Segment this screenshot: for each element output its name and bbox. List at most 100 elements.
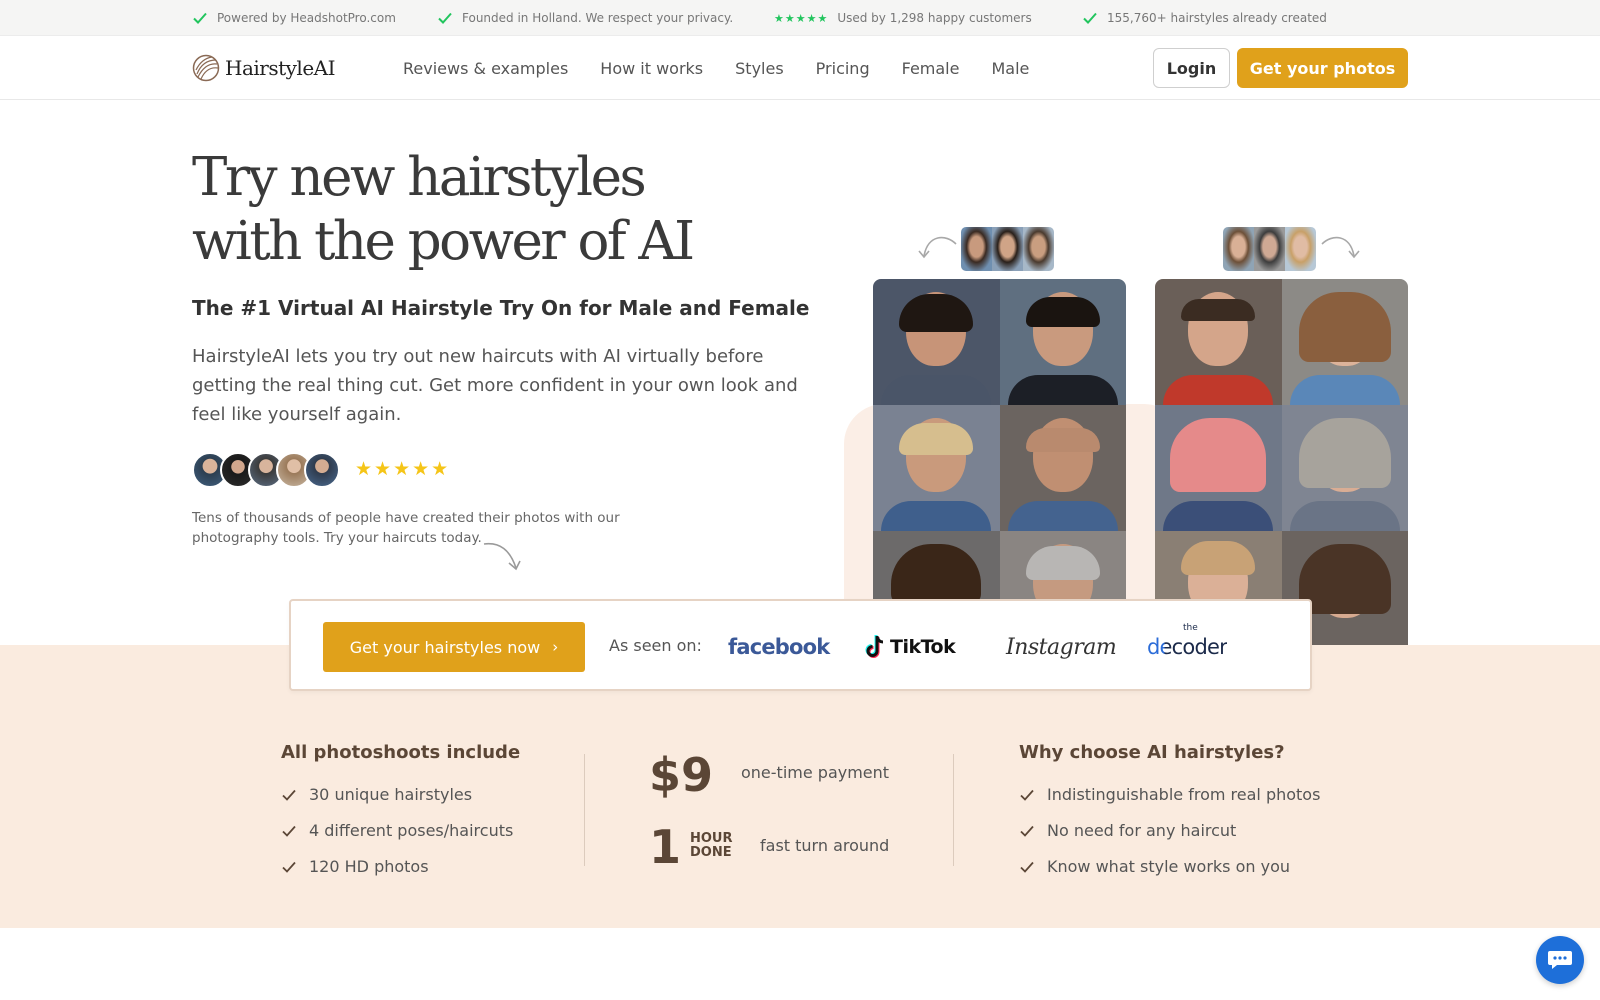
- turnaround-unit: HOUR DONE: [690, 832, 733, 860]
- hairstyle-photo: [1281, 279, 1408, 405]
- trust-item-powered: Powered by HeadshotPro.com: [192, 0, 396, 36]
- rating-stars-icon: ★★★★★: [355, 458, 451, 480]
- check-icon: [282, 861, 296, 873]
- reason-item: No need for any haircut: [1019, 821, 1236, 840]
- column-divider: [584, 754, 585, 866]
- photoshoots-include-title: All photoshoots include: [281, 742, 521, 763]
- check-icon: [1020, 861, 1034, 873]
- reason-item-label: No need for any haircut: [1047, 821, 1237, 840]
- turnaround-unit-done: DONE: [690, 845, 732, 860]
- thumbnail-photo: [1285, 227, 1316, 271]
- tiktok-wordmark: TikTok: [890, 636, 956, 658]
- turnaround-number: 1: [649, 820, 682, 874]
- reason-item-label: Know what style works on you: [1047, 857, 1290, 876]
- check-icon: [193, 12, 207, 24]
- tiktok-logo: TikTok: [864, 629, 956, 665]
- hero-description: HairstyleAI lets you try out new haircut…: [192, 346, 798, 425]
- nav-female[interactable]: Female: [902, 59, 960, 78]
- male-source-thumbnails: [961, 227, 1054, 271]
- thumbnail-photo: [1223, 227, 1254, 271]
- chevron-right-icon: ›: [552, 638, 559, 656]
- hairstyle-photo: [999, 405, 1126, 531]
- feature-item: 4 different poses/haircuts: [281, 821, 513, 840]
- check-icon: [1020, 789, 1034, 801]
- nav-male[interactable]: Male: [991, 59, 1029, 78]
- top-trust-bar: Powered by HeadshotPro.com Founded in Ho…: [0, 0, 1600, 36]
- login-button[interactable]: Login: [1153, 48, 1230, 88]
- male-hairstyle-grid: [873, 279, 1126, 645]
- get-photos-button[interactable]: Get your photos: [1237, 48, 1408, 88]
- trust-text: Powered by HeadshotPro.com: [217, 11, 396, 25]
- hero-subtitle: The #1 Virtual AI Hairstyle Try On for M…: [192, 296, 810, 320]
- curved-arrow-icon: [483, 542, 521, 571]
- hairstyle-photo: [999, 279, 1126, 405]
- nav-how-it-works[interactable]: How it works: [600, 59, 703, 78]
- thumbnail-photo: [961, 227, 992, 271]
- curved-arrow-icon: [918, 236, 957, 259]
- trust-item-customers: ★★★★★ Used by 1,298 happy customers: [774, 0, 1032, 36]
- column-divider: [953, 754, 954, 866]
- get-hairstyles-button[interactable]: Get your hairstyles now ›: [323, 622, 585, 672]
- nav-pricing[interactable]: Pricing: [816, 59, 870, 78]
- chat-bubble-icon: [1548, 951, 1572, 969]
- thumbnail-photo: [1023, 227, 1054, 271]
- trust-item-founded: Founded in Holland. We respect your priv…: [437, 0, 733, 36]
- decoder-the: the: [1183, 623, 1198, 633]
- check-icon: [282, 789, 296, 801]
- facebook-logo: facebook: [728, 635, 830, 659]
- nav-reviews[interactable]: Reviews & examples: [403, 59, 568, 78]
- hero-title: Try new hairstyles with the power of AI: [192, 146, 695, 274]
- hairstyle-photo: [873, 279, 1000, 405]
- feature-item-label: 30 unique hairstyles: [309, 785, 473, 804]
- trust-text: Founded in Holland. We respect your priv…: [462, 11, 734, 25]
- check-icon: [1083, 12, 1097, 24]
- check-icon: [438, 12, 452, 24]
- hero-title-line-2: with the power of AI: [192, 211, 695, 272]
- avatar: [304, 452, 340, 488]
- hero-note: Tens of thousands of people have created…: [192, 510, 620, 546]
- check-icon: [282, 825, 296, 837]
- reason-item: Indistinguishable from real photos: [1019, 785, 1320, 804]
- price-note: one-time payment: [741, 763, 890, 782]
- feature-item-label: 4 different poses/haircuts: [309, 821, 514, 840]
- decoder-wordmark: decoder: [1147, 635, 1228, 659]
- site-header: HairstyleAI Reviews & examples How it wo…: [0, 36, 1600, 100]
- trust-text: 155,760+ hairstyles already created: [1107, 11, 1327, 25]
- stars-icon: ★★★★★: [774, 11, 829, 25]
- get-hairstyles-label: Get your hairstyles now: [349, 637, 541, 657]
- female-hairstyle-grid: [1155, 279, 1408, 645]
- hairstyle-photo: [1155, 405, 1282, 531]
- hero-title-line-1: Try new hairstyles: [192, 147, 647, 208]
- logo[interactable]: HairstyleAI: [192, 53, 336, 83]
- tiktok-icon: [865, 635, 884, 658]
- female-source-thumbnails: [1223, 227, 1316, 271]
- instagram-logo: Instagram: [1006, 634, 1117, 660]
- decoder-logo: the decoder: [1147, 623, 1228, 665]
- logo-mark-icon: [192, 54, 220, 82]
- curved-arrow-icon: [1321, 236, 1360, 259]
- hairstyle-photo: [1281, 405, 1408, 531]
- price-value: $9: [649, 748, 714, 802]
- as-seen-on-card: Get your hairstyles now › As seen on: fa…: [289, 599, 1312, 691]
- trust-item-created: 155,760+ hairstyles already created: [1082, 0, 1327, 36]
- turnaround-unit-hour: HOUR: [690, 831, 733, 846]
- thumbnail-photo: [992, 227, 1023, 271]
- reason-item: Know what style works on you: [1019, 857, 1290, 876]
- thumbnail-photo: [1254, 227, 1285, 271]
- feature-item: 120 HD photos: [281, 857, 429, 876]
- customer-avatars: [192, 452, 340, 488]
- nav-styles[interactable]: Styles: [735, 59, 784, 78]
- hairstyle-photo: [873, 405, 1000, 531]
- hairstyle-photo: [1155, 279, 1282, 405]
- chat-button[interactable]: [1536, 936, 1584, 984]
- reason-item-label: Indistinguishable from real photos: [1047, 785, 1321, 804]
- main-nav: Reviews & examples How it works Styles P…: [403, 36, 1061, 100]
- why-choose-title: Why choose AI hairstyles?: [1019, 742, 1285, 763]
- feature-item-label: 120 HD photos: [309, 857, 429, 876]
- as-seen-on-label: As seen on:: [609, 636, 702, 655]
- check-icon: [1020, 825, 1034, 837]
- turnaround-note: fast turn around: [760, 836, 890, 855]
- trust-text: Used by 1,298 happy customers: [837, 11, 1032, 25]
- logo-text: HairstyleAI: [225, 56, 336, 80]
- feature-item: 30 unique hairstyles: [281, 785, 472, 804]
